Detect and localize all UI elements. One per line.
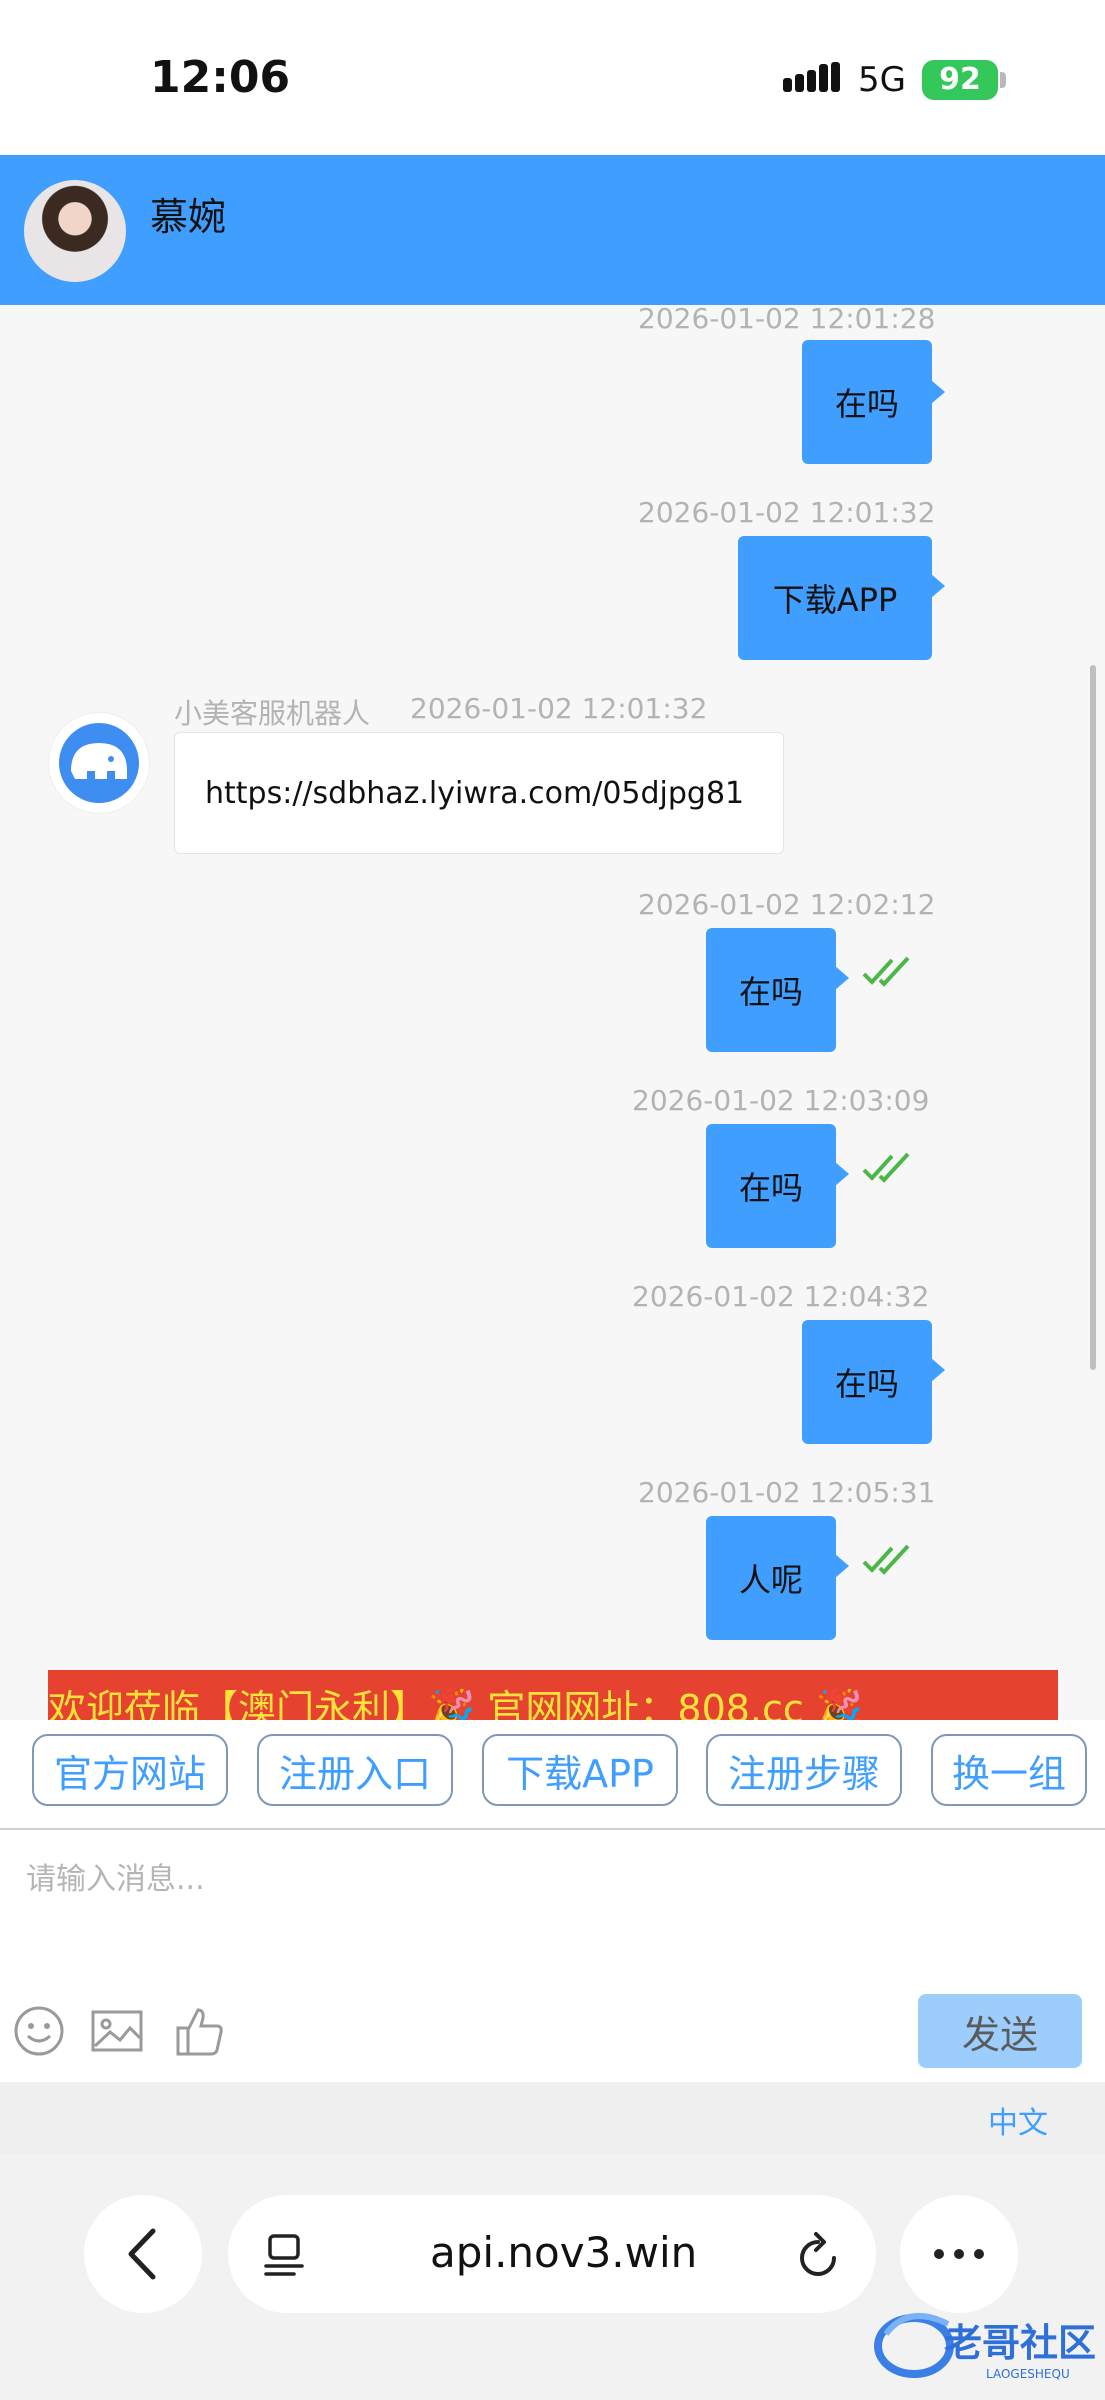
- message-bubble[interactable]: 在吗: [802, 1320, 932, 1444]
- message-bubble[interactable]: 下载APP: [738, 536, 932, 660]
- message-timestamp: 2026-01-02 12:01:28: [638, 302, 936, 335]
- message-timestamp: 2026-01-02 12:02:12: [638, 888, 936, 921]
- bubble-tail: [931, 380, 945, 404]
- elephant-icon: [59, 723, 139, 803]
- bubble-tail: [835, 966, 849, 990]
- language-bar: [0, 2082, 1105, 2154]
- message-bubble[interactable]: 人呢: [706, 1516, 836, 1640]
- thumbs-up-icon[interactable]: [172, 2004, 226, 2058]
- message-timestamp: 2026-01-02 12:03:09: [632, 1084, 930, 1117]
- url-text: api.nov3.win: [430, 2228, 698, 2277]
- more-button[interactable]: [900, 2195, 1018, 2313]
- watermark-logo: 老哥社区 LAOGESHEQU: [874, 2313, 1096, 2381]
- emoji-icon[interactable]: [12, 2004, 66, 2058]
- watermark-subtext: LAOGESHEQU: [986, 2367, 1070, 2381]
- bot-avatar: [48, 712, 150, 814]
- quick-button-register[interactable]: 注册入口: [257, 1734, 453, 1806]
- bubble-tail: [931, 574, 945, 598]
- message-bubble[interactable]: 在吗: [706, 928, 836, 1052]
- chat-scrollbar[interactable]: [1090, 665, 1096, 1370]
- network-type: 5G: [858, 60, 906, 100]
- bubble-tail: [835, 1554, 849, 1578]
- message-input[interactable]: [24, 1848, 1078, 1910]
- send-button[interactable]: 发送: [918, 1994, 1082, 2068]
- back-button[interactable]: [84, 2195, 202, 2313]
- signal-icon: [783, 62, 840, 92]
- promo-banner[interactable]: 欢迎莅临【澳门永利】🎉 官网网址：808.cc 🎉: [48, 1670, 1058, 1720]
- agent-avatar[interactable]: [24, 180, 126, 282]
- status-time: 12:06: [150, 52, 291, 103]
- quick-button-register-steps[interactable]: 注册步骤: [706, 1734, 902, 1806]
- message-timestamp: 2026-01-02 12:04:32: [632, 1280, 930, 1313]
- image-icon[interactable]: [90, 2004, 144, 2058]
- message-bubble[interactable]: 在吗: [706, 1124, 836, 1248]
- bot-message-link[interactable]: https://sdbhaz.lyiwra.com/05djpg81: [174, 732, 784, 854]
- read-check-icon: [862, 1152, 910, 1183]
- message-timestamp: 2026-01-02 12:01:32: [638, 496, 936, 529]
- message-timestamp: 2026-01-02 12:05:31: [638, 1476, 936, 1509]
- tabs-icon[interactable]: [262, 2232, 306, 2278]
- bubble-tail: [931, 1358, 945, 1382]
- read-check-icon: [862, 1544, 910, 1575]
- watermark-text: 老哥社区: [944, 2321, 1096, 2365]
- read-check-icon: [862, 956, 910, 987]
- quick-button-official-site[interactable]: 官方网站: [32, 1734, 228, 1806]
- chevron-left-icon: [128, 2228, 156, 2280]
- message-bubble[interactable]: 在吗: [802, 340, 932, 464]
- message-timestamp: 2026-01-02 12:01:32: [410, 692, 708, 725]
- reload-icon[interactable]: [794, 2230, 842, 2280]
- bubble-tail: [835, 1162, 849, 1186]
- promo-banner-text: 欢迎莅临【澳门永利】🎉 官网网址：808.cc 🎉: [48, 1687, 864, 1720]
- language-switch[interactable]: 中文: [988, 2098, 1048, 2142]
- quick-button-switch-group[interactable]: 换一组: [931, 1734, 1087, 1806]
- battery-tip: [1000, 72, 1006, 88]
- more-icon: [934, 2249, 984, 2259]
- battery-indicator: 92: [922, 60, 998, 100]
- agent-name: 慕婉: [150, 195, 227, 239]
- quick-button-download-app[interactable]: 下载APP: [482, 1734, 678, 1806]
- bot-sender-name: 小美客服机器人: [174, 697, 371, 730]
